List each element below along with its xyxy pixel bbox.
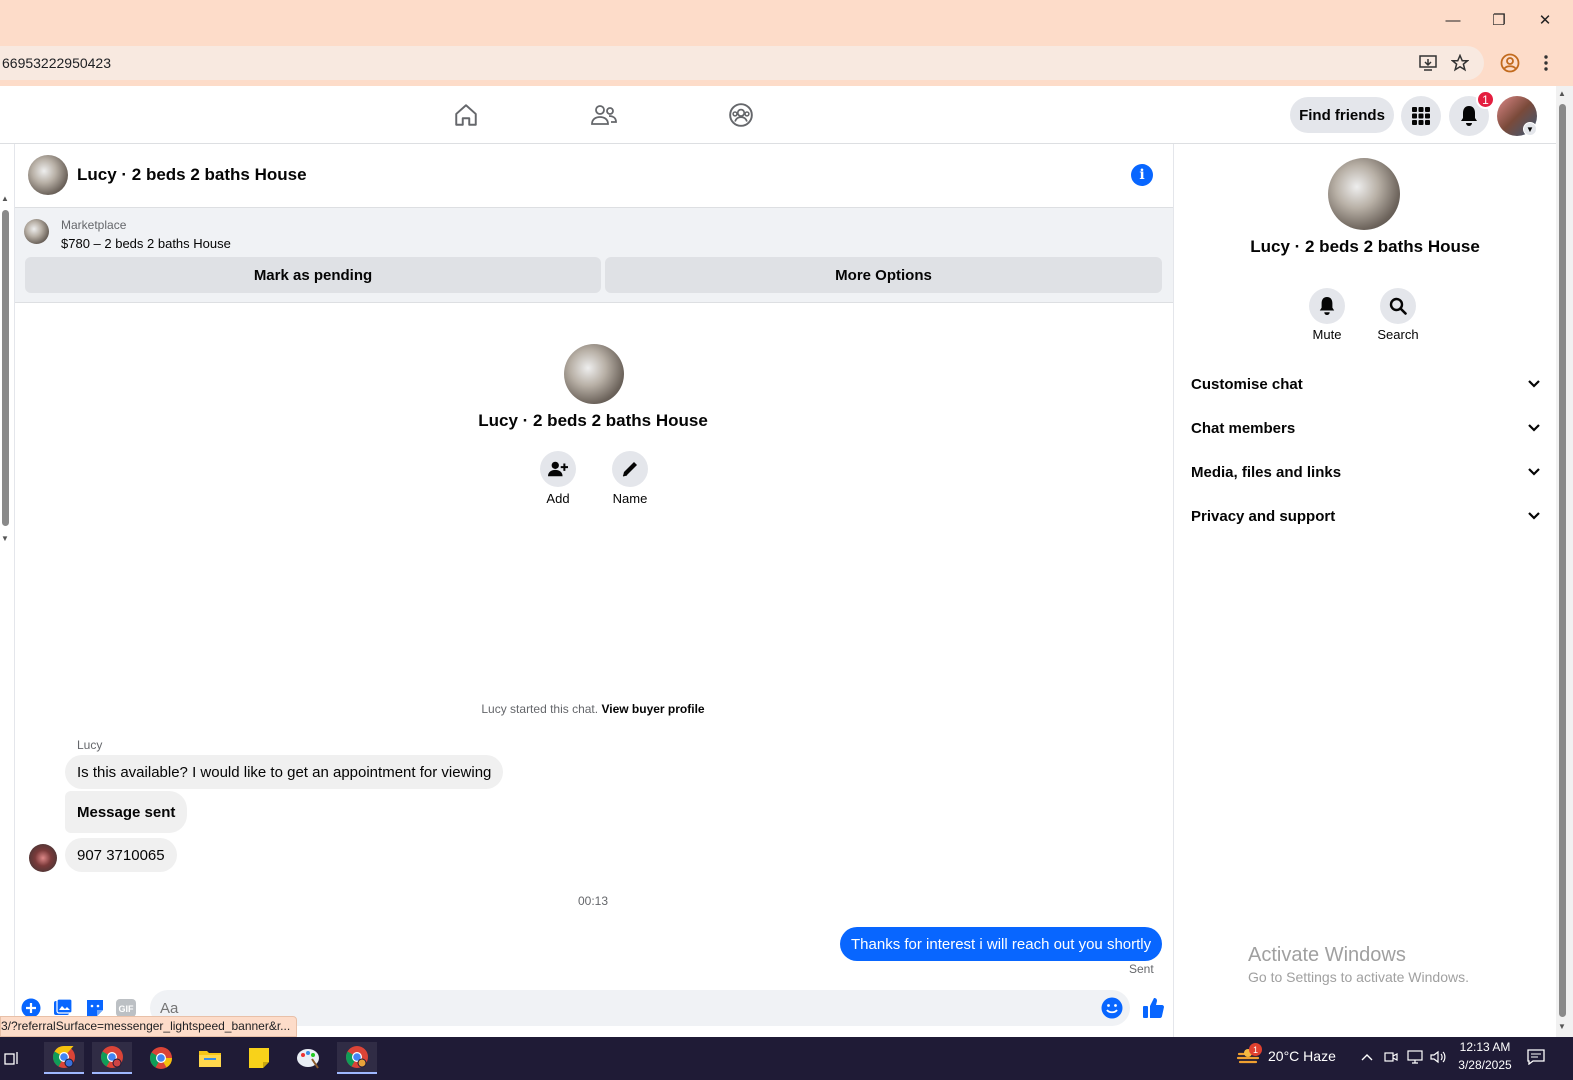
incoming-message[interactable]: 907 3710065 (65, 838, 177, 872)
chat-members-section[interactable]: Chat members (1191, 408, 1541, 448)
file-explorer-icon[interactable] (190, 1042, 230, 1074)
chevron-down-icon (1527, 464, 1541, 481)
network-icon[interactable] (1406, 1048, 1424, 1066)
notification-center-icon[interactable] (1525, 1048, 1547, 1066)
marketplace-label: Marketplace (61, 218, 127, 232)
chrome-menu-icon[interactable] (1534, 52, 1558, 74)
weather-badge: 1 (1249, 1043, 1262, 1056)
activate-windows-subtitle: Go to Settings to activate Windows. (1248, 969, 1469, 985)
friends-icon[interactable] (584, 98, 624, 132)
chat-details-panel (1175, 144, 1555, 1037)
browser-titlebar (0, 0, 1573, 40)
url-field[interactable] (0, 46, 1484, 80)
chat-scroll-down-arrow-icon[interactable]: ▼ (1, 534, 9, 543)
show-hidden-icons-chevron-icon[interactable] (1358, 1048, 1376, 1066)
find-friends-button[interactable]: Find friends (1290, 97, 1394, 133)
gif-label: GIF (119, 1004, 135, 1014)
incoming-message[interactable]: Message sent (65, 791, 188, 833)
groups-icon[interactable] (721, 98, 761, 132)
bookmark-star-icon[interactable] (1448, 52, 1472, 74)
panel-chat-avatar[interactable] (1328, 158, 1400, 230)
chat-started-notice: Lucy started this chat. View buyer profi… (300, 702, 886, 716)
home-icon[interactable] (446, 98, 486, 132)
clock-date[interactable]: 3/28/2025 (1457, 1058, 1513, 1072)
meet-now-icon[interactable] (1382, 1048, 1400, 1066)
notification-badge: 1 (1476, 90, 1495, 109)
windows-taskbar (0, 1037, 1573, 1080)
scroll-down-arrow-icon[interactable]: ▼ (1558, 1022, 1566, 1031)
incoming-message[interactable]: Is this available? I would like to get a… (65, 755, 504, 789)
name-label: Name (612, 491, 648, 506)
mute-label: Mute (1312, 327, 1342, 342)
chrome-icon[interactable] (141, 1042, 181, 1074)
sticky-notes-icon[interactable] (239, 1042, 279, 1074)
sender-name: Lucy (77, 738, 103, 752)
task-view-icon[interactable] (0, 1042, 30, 1074)
center-chat-name: Lucy · 2 beds 2 baths House (478, 411, 708, 430)
chrome-profile-1-icon[interactable] (44, 1042, 84, 1074)
view-buyer-profile-link[interactable]: View buyer profile (601, 702, 704, 716)
section-label: Privacy and support (1191, 507, 1336, 525)
status-bar-url: 3/?referralSurface=messenger_lightspeed_… (0, 1016, 298, 1037)
center-chat-avatar (564, 344, 624, 404)
clock-time[interactable]: 12:13 AM (1457, 1040, 1513, 1054)
paint-icon[interactable] (288, 1042, 328, 1074)
message-timestamp: 00:13 (577, 894, 609, 908)
sent-status: Sent (1129, 962, 1154, 976)
activate-windows-title: Activate Windows (1248, 944, 1406, 966)
chat-avatar[interactable] (28, 155, 68, 195)
minimize-button[interactable]: — (1438, 8, 1468, 32)
customise-chat-section[interactable]: Customise chat (1191, 364, 1541, 404)
volume-icon[interactable] (1429, 1048, 1447, 1066)
chat-scroll-up-arrow-icon[interactable]: ▲ (1, 194, 9, 203)
chevron-down-icon (1527, 508, 1541, 525)
sender-avatar[interactable] (29, 844, 57, 872)
edit-name-pencil-icon[interactable] (612, 451, 648, 487)
listing-price-title[interactable]: $780 – 2 beds 2 baths House (61, 236, 231, 251)
chrome-profile-2-icon[interactable] (92, 1042, 132, 1074)
panel-chat-name: Lucy · 2 beds 2 baths House (1250, 237, 1480, 256)
mute-bell-icon[interactable] (1309, 288, 1345, 324)
media-files-links-section[interactable]: Media, files and links (1191, 452, 1541, 492)
started-text: Lucy started this chat. (481, 702, 599, 716)
add-label: Add (546, 491, 570, 506)
thumbs-up-icon[interactable] (1140, 997, 1166, 1019)
restore-button[interactable]: ❐ (1484, 8, 1514, 32)
chevron-down-icon (1527, 420, 1541, 437)
add-person-icon[interactable] (540, 451, 576, 487)
emoji-icon[interactable] (1101, 997, 1123, 1019)
account-caret-icon[interactable]: ▼ (1523, 122, 1537, 136)
more-options-button[interactable]: More Options (605, 257, 1162, 293)
section-label: Customise chat (1191, 375, 1303, 393)
url-text[interactable]: 66953222950423 (2, 55, 111, 71)
search-label: Search (1377, 327, 1419, 342)
chrome-profile-3-icon[interactable] (337, 1042, 377, 1074)
mark-as-pending-button[interactable]: Mark as pending (25, 257, 601, 293)
chat-title[interactable]: Lucy · 2 beds 2 baths House (77, 165, 307, 185)
close-window-button[interactable]: ✕ (1530, 8, 1560, 32)
listing-thumbnail[interactable] (24, 219, 49, 244)
chevron-down-icon (1527, 376, 1541, 393)
weather-text[interactable]: 20°C Haze (1268, 1048, 1336, 1064)
section-label: Media, files and links (1191, 463, 1342, 481)
menu-grid-icon[interactable] (1401, 96, 1441, 136)
outgoing-message[interactable]: Thanks for interest i will reach out you… (840, 927, 1163, 961)
section-label: Chat members (1191, 419, 1296, 437)
chat-scrollbar-thumb[interactable] (2, 210, 9, 526)
info-icon[interactable]: i (1131, 164, 1153, 186)
privacy-support-section[interactable]: Privacy and support (1191, 496, 1541, 536)
scroll-up-arrow-icon[interactable]: ▲ (1558, 89, 1566, 98)
search-icon[interactable] (1380, 288, 1416, 324)
install-app-icon[interactable] (1416, 52, 1440, 74)
chrome-profile-icon[interactable] (1498, 52, 1522, 74)
page-scrollbar-thumb[interactable] (1559, 104, 1566, 1017)
